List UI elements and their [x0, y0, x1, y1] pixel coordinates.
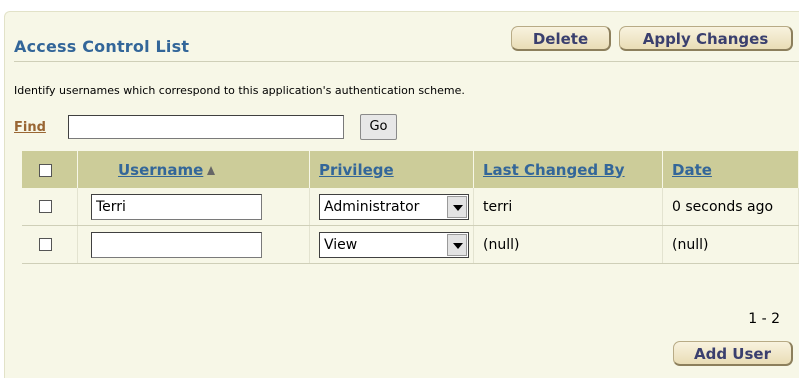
privilege-sort-link[interactable]: Privilege — [319, 161, 394, 179]
username-sort-link[interactable]: Username — [118, 161, 203, 179]
delete-button[interactable]: Delete — [511, 26, 611, 51]
row-checkbox[interactable] — [39, 238, 52, 251]
table-header-row: Username Privilege Last Changed By Date — [22, 151, 799, 188]
dropdown-arrow-icon[interactable] — [447, 233, 467, 256]
privilege-cell: Administrator — [309, 188, 474, 226]
title-divider — [14, 61, 799, 62]
column-last-changed-by[interactable]: Last Changed By — [473, 151, 663, 188]
sort-ascending-icon — [207, 165, 216, 175]
column-date[interactable]: Date — [662, 151, 799, 188]
date-sort-link[interactable]: Date — [672, 161, 712, 179]
last-changed-by-sort-link[interactable]: Last Changed By — [483, 161, 625, 179]
privilege-value: View — [324, 236, 358, 253]
privilege-cell: View — [309, 225, 474, 264]
table-row: Administrator terri 0 seconds ago — [22, 188, 799, 226]
description-text: Identify usernames which correspond to t… — [14, 84, 465, 97]
find-input[interactable] — [68, 115, 344, 139]
username-cell — [77, 188, 310, 226]
go-button[interactable]: Go — [360, 114, 397, 140]
row-select-cell — [22, 188, 78, 226]
add-user-button[interactable]: Add User — [673, 341, 793, 366]
privilege-select[interactable]: View — [319, 231, 469, 258]
select-all-checkbox[interactable] — [39, 163, 52, 177]
column-username[interactable]: Username — [77, 151, 310, 188]
row-select-cell — [22, 225, 78, 264]
last-changed-by-cell: terri — [473, 188, 663, 226]
username-input[interactable] — [91, 193, 262, 220]
region-title: Access Control List — [14, 37, 190, 56]
privilege-value: Administrator — [324, 198, 420, 215]
table-row: View (null) (null) — [22, 225, 799, 264]
column-privilege[interactable]: Privilege — [309, 151, 474, 188]
pagination-text: 1 - 2 — [748, 311, 780, 327]
last-changed-by-cell: (null) — [473, 225, 663, 264]
date-cell: (null) — [662, 225, 799, 264]
username-input[interactable] — [91, 231, 262, 258]
username-cell — [77, 225, 310, 264]
dropdown-arrow-icon[interactable] — [447, 195, 467, 218]
row-checkbox[interactable] — [39, 200, 52, 213]
privilege-select[interactable]: Administrator — [319, 193, 469, 220]
find-link[interactable]: Find — [14, 120, 46, 135]
date-cell: 0 seconds ago — [662, 188, 799, 226]
select-all-header — [22, 151, 78, 188]
acl-table: Username Privilege Last Changed By Date … — [22, 151, 799, 264]
apply-changes-button[interactable]: Apply Changes — [619, 26, 793, 51]
